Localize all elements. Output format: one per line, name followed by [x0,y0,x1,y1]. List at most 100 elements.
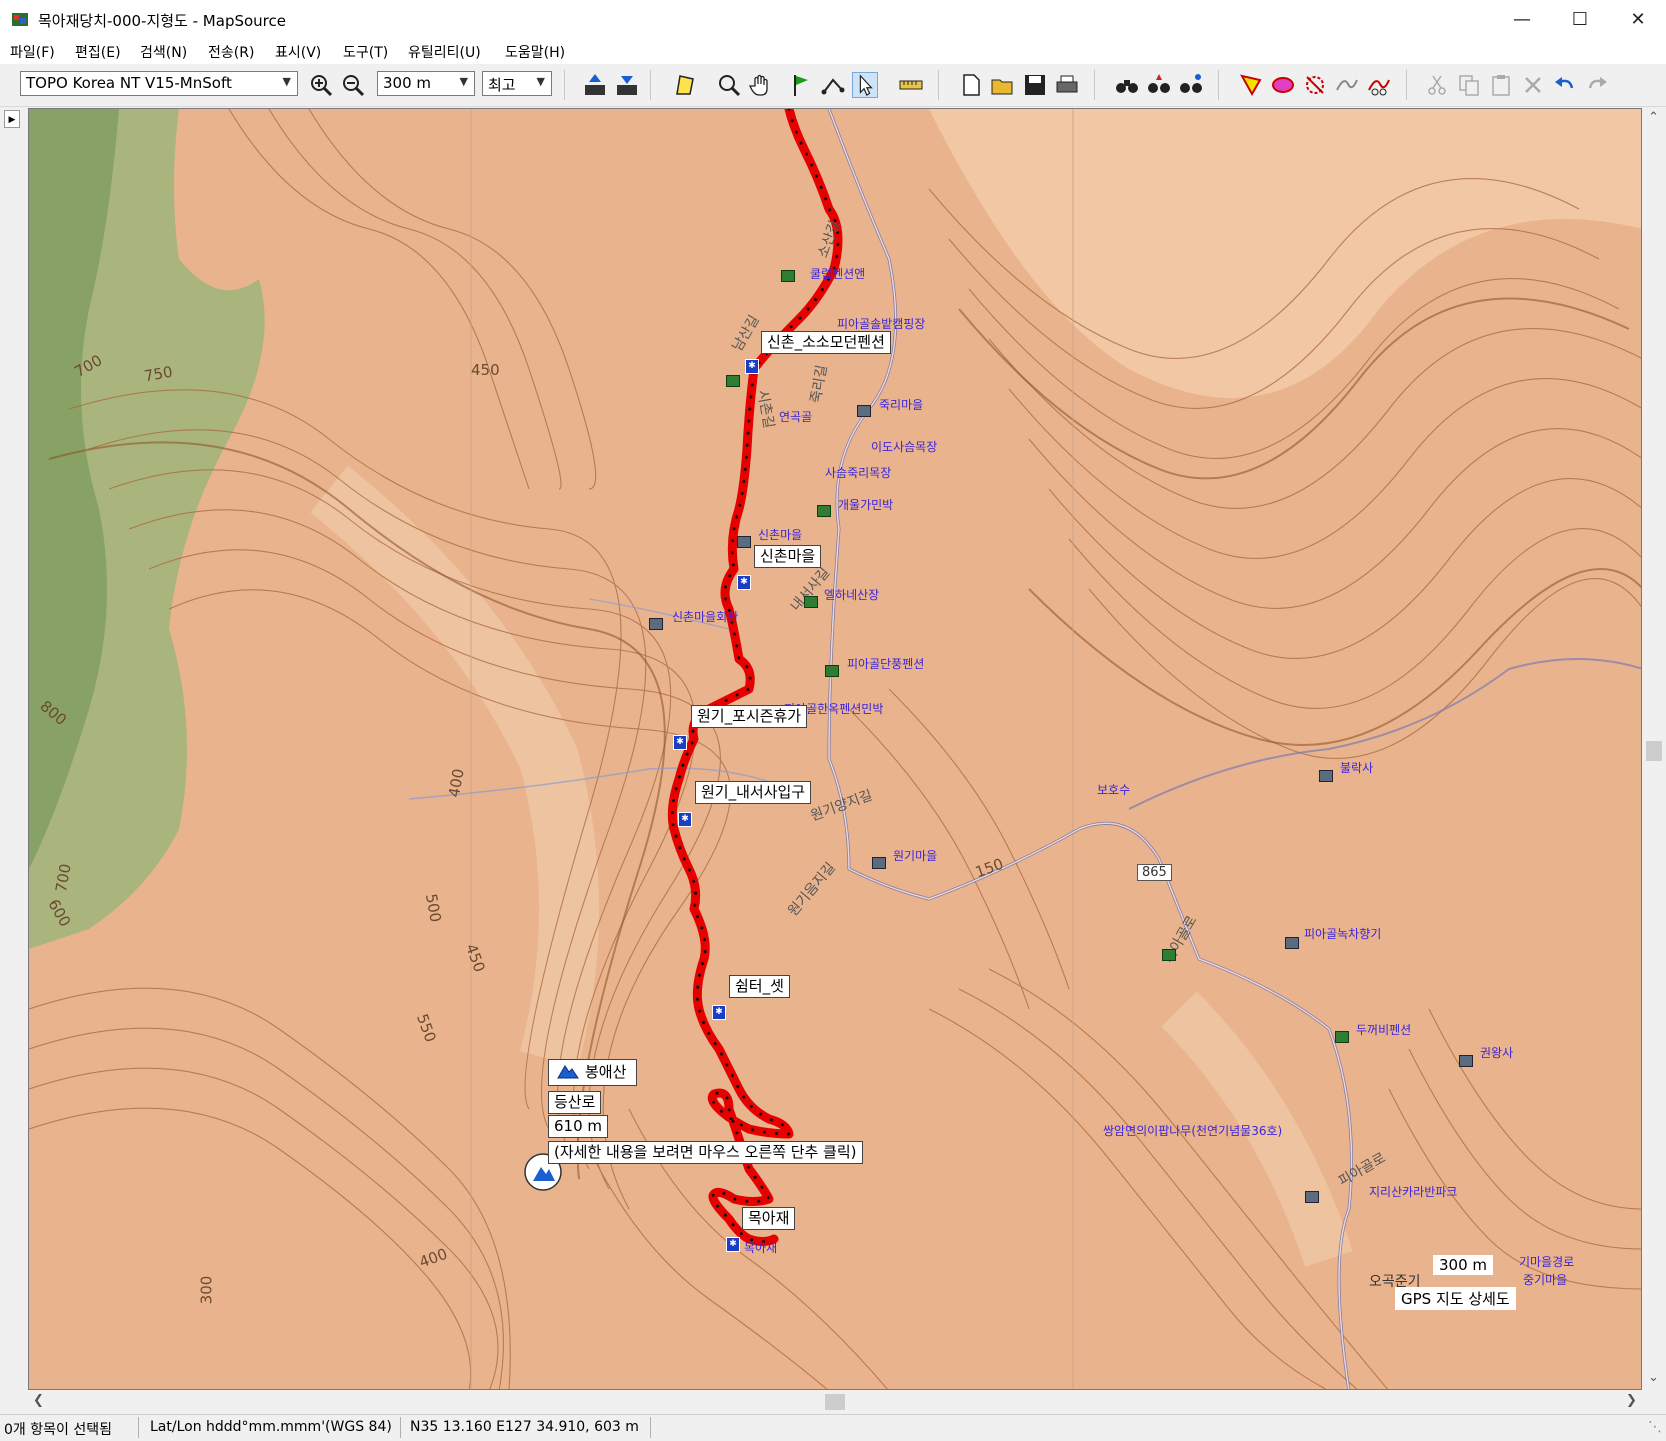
print-icon[interactable] [1054,72,1080,98]
village-marker-icon[interactable] [649,618,663,630]
poi-label[interactable]: 이도사슴목장 [871,438,937,455]
find-binoculars-icon[interactable] [1114,72,1140,98]
poi-label[interactable]: 신촌마을 [758,526,802,543]
poi-label[interactable]: 피아골단풍펜션 [847,655,924,672]
menu-search[interactable]: 검색(N) [140,42,187,62]
filter-tool-icon[interactable] [1302,72,1328,98]
distance-ruler-icon[interactable] [898,72,924,98]
cut-scissors-icon[interactable] [1424,72,1450,98]
scroll-up-icon[interactable]: ⌃ [1648,110,1659,125]
lodging-marker-icon[interactable] [1162,949,1176,961]
poi-label[interactable]: 죽리마을 [879,396,923,413]
menu-edit[interactable]: 편집(E) [75,42,121,62]
village-marker-icon[interactable] [737,536,751,548]
poi-label[interactable]: 목아재 [744,1239,777,1256]
region-select-icon[interactable] [1270,72,1296,98]
lodging-marker-icon[interactable] [781,270,795,282]
vertical-scroll-thumb[interactable] [1646,741,1662,761]
lodging-marker-icon[interactable] [825,665,839,677]
temple-marker-icon[interactable] [1459,1055,1473,1067]
lodging-marker-icon[interactable] [1335,1031,1349,1043]
map-view[interactable]: 700 750 450 800 400 700 600 500 450 550 … [28,108,1642,1390]
resize-grip-icon[interactable]: ⋱ [1648,1419,1662,1435]
hiker-waypoint-icon[interactable]: ✱ [712,1005,726,1020]
scroll-down-icon[interactable]: ⌄ [1648,1370,1659,1385]
menu-file[interactable]: 파일(F) [10,42,55,62]
lodging-marker-icon[interactable] [817,505,831,517]
map-tool-icon[interactable] [672,72,698,98]
poi-label[interactable]: 쌍암면의이팝나무(천연기념물36호) [1103,1122,1282,1139]
route-tool-icon[interactable] [820,72,846,98]
poi-label[interactable]: 피아골녹차향기 [1304,925,1381,942]
vertical-scrollbar[interactable]: ⌃ ⌄ [1642,108,1666,1390]
expand-panel-button[interactable]: ▶ [4,110,20,128]
new-document-icon[interactable] [958,72,984,98]
waypoint-label-wongi-entrance[interactable]: 원기_내서사입구 [695,781,812,804]
minimize-button[interactable]: — [1494,0,1550,38]
poi-label[interactable]: 원기마을 [893,847,937,864]
poi-label[interactable]: 연곡골 [779,408,812,425]
copy-icon[interactable] [1456,72,1482,98]
find-nearest-icon[interactable] [1178,72,1204,98]
zoom-tool-icon[interactable] [716,72,742,98]
close-button[interactable]: ✕ [1610,0,1666,38]
find-place-icon[interactable] [1146,72,1172,98]
zoom-level-select[interactable]: 300 m ▼ [377,71,475,96]
hiker-waypoint-icon[interactable]: ✱ [673,735,687,750]
zoom-in-icon[interactable] [308,72,334,98]
waypoint-label-mokajae[interactable]: 목아재 [742,1207,796,1230]
poi-label[interactable]: 쿨럽펜션앤 [810,265,865,282]
camp-marker-icon[interactable] [1305,1191,1319,1203]
zoom-out-icon[interactable] [340,72,366,98]
undo-icon[interactable] [1552,72,1578,98]
map-select-icon[interactable] [1238,72,1264,98]
map-product-select[interactable]: TOPO Korea NT V15-MnSoft ▼ [20,71,298,96]
poi-label[interactable]: 기마을경로 [1519,1253,1574,1270]
poi-label[interactable]: 개울가민박 [838,496,893,513]
menu-tools[interactable]: 도구(T) [343,42,388,62]
route-cut-icon[interactable] [1366,72,1392,98]
poi-label[interactable]: 중기마을 [1523,1271,1567,1288]
poi-label[interactable]: 사슴죽리목장 [825,464,891,481]
waypoint-label-sinchon-village[interactable]: 신촌마을 [754,545,822,568]
horizontal-scrollbar[interactable]: ❮ ❯ [28,1390,1642,1414]
waypoint-label-wongi-posizon[interactable]: 원기_포시즌휴가 [691,705,808,728]
waypoint-label-sinchon-pension[interactable]: 신촌_소소모던펜션 [761,331,891,354]
delete-x-icon[interactable] [1520,72,1546,98]
save-disk-icon[interactable] [1022,72,1048,98]
horizontal-scroll-thumb[interactable] [825,1394,845,1410]
poi-label[interactable]: 두꺼비펜션 [1356,1021,1411,1038]
poi-label[interactable]: 지리산카라반파크 [1369,1183,1457,1200]
waypoint-label-shelter3[interactable]: 쉼터_셋 [729,975,790,998]
lodging-marker-icon[interactable] [726,375,740,387]
village-marker-icon[interactable] [1285,937,1299,949]
scroll-right-icon[interactable]: ❯ [1626,1393,1637,1408]
menu-transfer[interactable]: 전송(R) [208,42,254,62]
redo-icon[interactable] [1584,72,1610,98]
track-tool-icon[interactable] [1334,72,1360,98]
menu-view[interactable]: 표시(V) [275,42,321,62]
selection-arrow-icon[interactable] [852,72,878,98]
menu-utilities[interactable]: 유틸리티(U) [408,42,481,62]
waypoint-flag-icon[interactable] [788,72,814,98]
lodging-marker-icon[interactable] [804,596,818,608]
hiker-waypoint-icon[interactable]: ✱ [678,812,692,827]
village-marker-icon[interactable] [872,857,886,869]
maximize-button[interactable]: ☐ [1552,0,1608,38]
scroll-left-icon[interactable]: ❮ [33,1393,44,1408]
poi-label[interactable]: 불락사 [1340,759,1373,776]
hand-pan-icon[interactable] [748,72,774,98]
hiker-waypoint-icon[interactable]: ✱ [737,575,751,590]
receive-from-device-icon[interactable] [614,72,640,98]
temple-marker-icon[interactable] [1319,770,1333,782]
send-to-device-icon[interactable] [582,72,608,98]
village-marker-icon[interactable] [857,405,871,417]
hiker-waypoint-icon[interactable]: ✱ [726,1237,740,1252]
detail-level-select[interactable]: 최고 ▼ [482,71,552,96]
poi-label[interactable]: 신촌마을회관 [672,608,738,625]
poi-label[interactable]: 엘하네산장 [824,586,879,603]
poi-label[interactable]: 보호수 [1097,781,1130,798]
paste-icon[interactable] [1488,72,1514,98]
open-folder-icon[interactable] [990,72,1016,98]
poi-label[interactable]: 권왕사 [1480,1044,1513,1061]
